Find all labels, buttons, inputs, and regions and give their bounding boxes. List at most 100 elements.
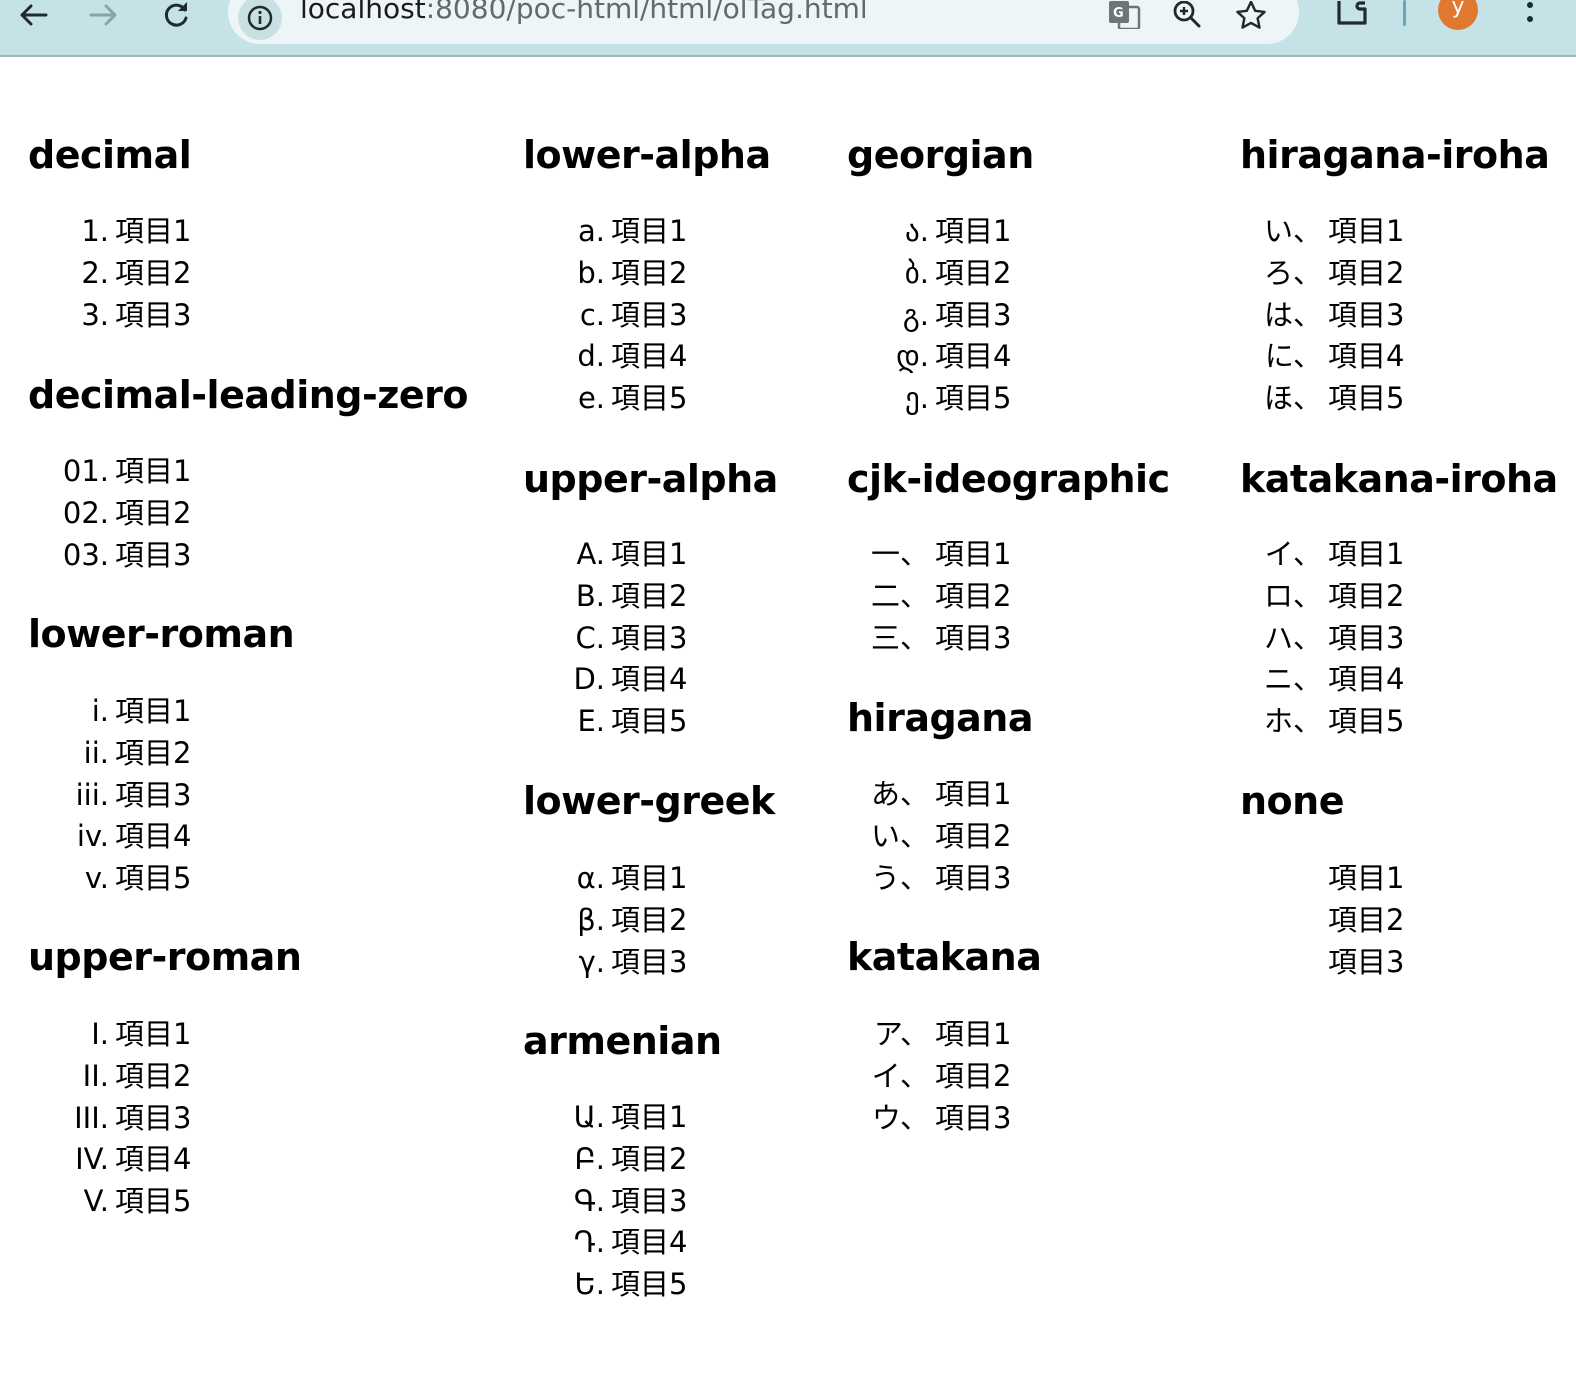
list-item-text: 項目2 bbox=[1328, 902, 1405, 937]
list-item-text: 項目4 bbox=[611, 1225, 688, 1260]
list-item-text: 項目1 bbox=[611, 1100, 688, 1134]
list-marker: III. bbox=[74, 1100, 109, 1135]
list-item-text: 項目1 bbox=[115, 694, 192, 728]
list-item-text: 項目1 bbox=[935, 1017, 1012, 1051]
list-marker: ニ、 bbox=[1263, 662, 1322, 697]
list-marker: II. bbox=[82, 1058, 109, 1093]
heading-hiragana-iroha: hiragana-iroha bbox=[1240, 133, 1550, 177]
list-marker: IV. bbox=[75, 1142, 109, 1177]
list-marker: 1. bbox=[81, 214, 109, 248]
browser-toolbar: localhost:8080/poc-html/html/olTag.html … bbox=[0, 0, 1576, 57]
zoom-icon[interactable] bbox=[1171, 0, 1203, 30]
list-marker: α. bbox=[576, 861, 605, 895]
list-marker: Ա. bbox=[573, 1100, 605, 1134]
list-marker: 2. bbox=[81, 255, 109, 290]
list-marker: C. bbox=[575, 620, 605, 655]
list-item-text: 項目3 bbox=[115, 1100, 192, 1135]
svg-text:G: G bbox=[1113, 6, 1124, 21]
list-marker: 一、 bbox=[870, 537, 929, 571]
list-item-text: 項目1 bbox=[1328, 214, 1405, 248]
reload-icon[interactable] bbox=[160, 0, 192, 30]
url-text[interactable]: localhost:8080/poc-html/html/olTag.html bbox=[300, 0, 868, 26]
list-marker: イ、 bbox=[1264, 537, 1322, 571]
list-marker: დ. bbox=[896, 339, 929, 374]
list-item-text: 項目2 bbox=[611, 1141, 688, 1176]
list-item-text: 項目1 bbox=[935, 214, 1012, 248]
list-marker: ア、 bbox=[873, 1017, 929, 1051]
list-item-text: 項目2 bbox=[1328, 578, 1405, 613]
list-marker: Բ. bbox=[574, 1141, 605, 1176]
list-marker: ハ、 bbox=[1263, 620, 1322, 655]
list-item-text: 項目2 bbox=[935, 255, 1012, 290]
list-marker: A. bbox=[576, 537, 605, 571]
list-marker: c. bbox=[579, 297, 605, 332]
list-item-text: 項目3 bbox=[611, 944, 688, 979]
extensions-puzzle-icon[interactable] bbox=[1334, 0, 1370, 30]
list-marker: b. bbox=[577, 255, 605, 290]
list-item-text: 項目1 bbox=[935, 777, 1012, 811]
list-item-text: 項目3 bbox=[115, 297, 192, 332]
list-item-text: 項目2 bbox=[935, 1058, 1012, 1093]
forward-arrow-icon[interactable] bbox=[87, 0, 121, 30]
list-marker: E. bbox=[577, 704, 605, 739]
list-item-text: 項目1 bbox=[115, 214, 192, 248]
list-item-text: 項目3 bbox=[611, 620, 688, 655]
list-marker: ろ、 bbox=[1263, 255, 1322, 290]
list-marker: β. bbox=[577, 902, 605, 937]
heading-armenian: armenian bbox=[523, 1019, 722, 1063]
toolbar-divider bbox=[1403, 0, 1406, 26]
list-item-text: 項目3 bbox=[1328, 944, 1405, 979]
list-marker: 03. bbox=[62, 537, 109, 572]
list-marker: 三、 bbox=[870, 620, 929, 655]
list-marker: 3. bbox=[81, 297, 109, 332]
list-item-text: 項目2 bbox=[1328, 255, 1405, 290]
list-item-text: 項目3 bbox=[611, 1183, 688, 1218]
list-marker: γ. bbox=[578, 944, 605, 979]
heading-lower-roman: lower-roman bbox=[28, 612, 295, 656]
url-host: localhost bbox=[300, 0, 426, 25]
list-item-text: 項目2 bbox=[115, 735, 192, 770]
heading-lower-alpha: lower-alpha bbox=[523, 133, 771, 177]
bookmark-star-icon[interactable] bbox=[1234, 0, 1268, 30]
list-item-text: 項目1 bbox=[935, 537, 1012, 571]
list-marker: ウ、 bbox=[871, 1100, 929, 1135]
list-marker: Գ. bbox=[573, 1183, 605, 1218]
list-item-text: 項目3 bbox=[611, 297, 688, 332]
site-info-icon[interactable] bbox=[238, 0, 282, 40]
url-path: :8080/poc-html/html/olTag.html bbox=[425, 0, 868, 25]
heading-katakana: katakana bbox=[847, 935, 1042, 979]
heading-lower-greek: lower-greek bbox=[523, 779, 775, 823]
list-item-text: 項目1 bbox=[115, 1017, 192, 1051]
list-item-text: 項目5 bbox=[935, 381, 1012, 416]
kebab-menu-icon[interactable] bbox=[1518, 0, 1542, 30]
list-item-text: 項目5 bbox=[611, 704, 688, 739]
list-marker: v. bbox=[84, 861, 109, 896]
heading-katakana-iroha: katakana-iroha bbox=[1240, 457, 1558, 501]
list-marker: Ե. bbox=[574, 1267, 605, 1302]
list-marker: う、 bbox=[870, 860, 929, 895]
heading-upper-alpha: upper-alpha bbox=[523, 457, 778, 501]
list-item-text: 項目2 bbox=[115, 1058, 192, 1093]
back-arrow-icon[interactable] bbox=[16, 0, 50, 30]
list-item-text: 項目1 bbox=[611, 861, 688, 895]
list-item-text: 項目3 bbox=[935, 620, 1012, 655]
list-item-text: 項目2 bbox=[935, 818, 1012, 853]
list-marker: d. bbox=[577, 339, 605, 374]
list-item-text: 項目2 bbox=[611, 902, 688, 937]
list-marker: ე. bbox=[905, 381, 929, 416]
list-marker: e. bbox=[577, 381, 605, 416]
heading-decimal-leading-zero: decimal-leading-zero bbox=[28, 373, 469, 417]
heading-hiragana: hiragana bbox=[847, 696, 1034, 740]
profile-avatar[interactable]: y bbox=[1438, 0, 1478, 30]
list-marker: ა. bbox=[905, 214, 929, 248]
translate-icon[interactable]: G bbox=[1106, 0, 1142, 30]
heading-upper-roman: upper-roman bbox=[28, 935, 302, 979]
list-marker: 01. bbox=[62, 454, 109, 488]
list-marker: I. bbox=[91, 1017, 109, 1051]
list-item-text: 項目3 bbox=[935, 1100, 1012, 1135]
list-item-text: 項目1 bbox=[611, 214, 688, 248]
list-item-text: 項目4 bbox=[611, 339, 688, 374]
list-marker: に、 bbox=[1264, 339, 1322, 374]
list-item-text: 項目4 bbox=[115, 1142, 192, 1177]
list-item-text: 項目5 bbox=[1328, 381, 1405, 416]
